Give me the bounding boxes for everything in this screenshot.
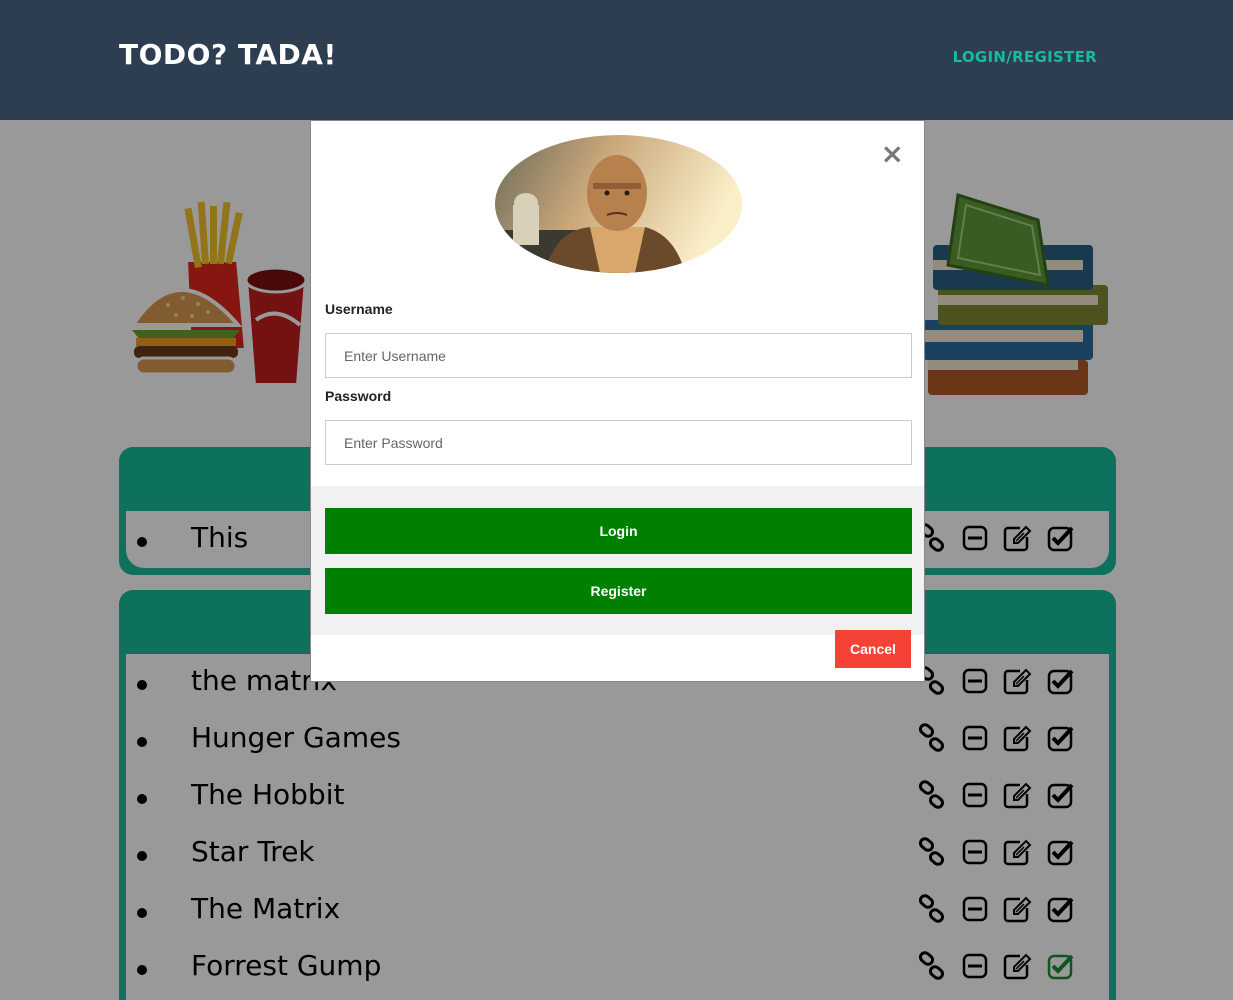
password-label: Password [325,388,392,404]
register-button[interactable]: Register [325,568,912,614]
brand-title[interactable]: TODO? TADA! [119,38,337,71]
login-register-link[interactable]: LOGIN/REGISTER [953,48,1097,66]
login-modal: × Username Password Login Register Cance… [310,120,925,682]
login-button[interactable]: Login [325,508,912,554]
button-area: Login Register [311,486,924,635]
username-input[interactable] [325,333,912,378]
avatar [495,135,742,273]
password-input[interactable] [325,420,912,465]
cancel-button[interactable]: Cancel [835,630,911,668]
close-icon[interactable]: × [881,137,904,170]
username-label: Username [325,301,393,317]
navbar: TODO? TADA! LOGIN/REGISTER [0,0,1233,120]
